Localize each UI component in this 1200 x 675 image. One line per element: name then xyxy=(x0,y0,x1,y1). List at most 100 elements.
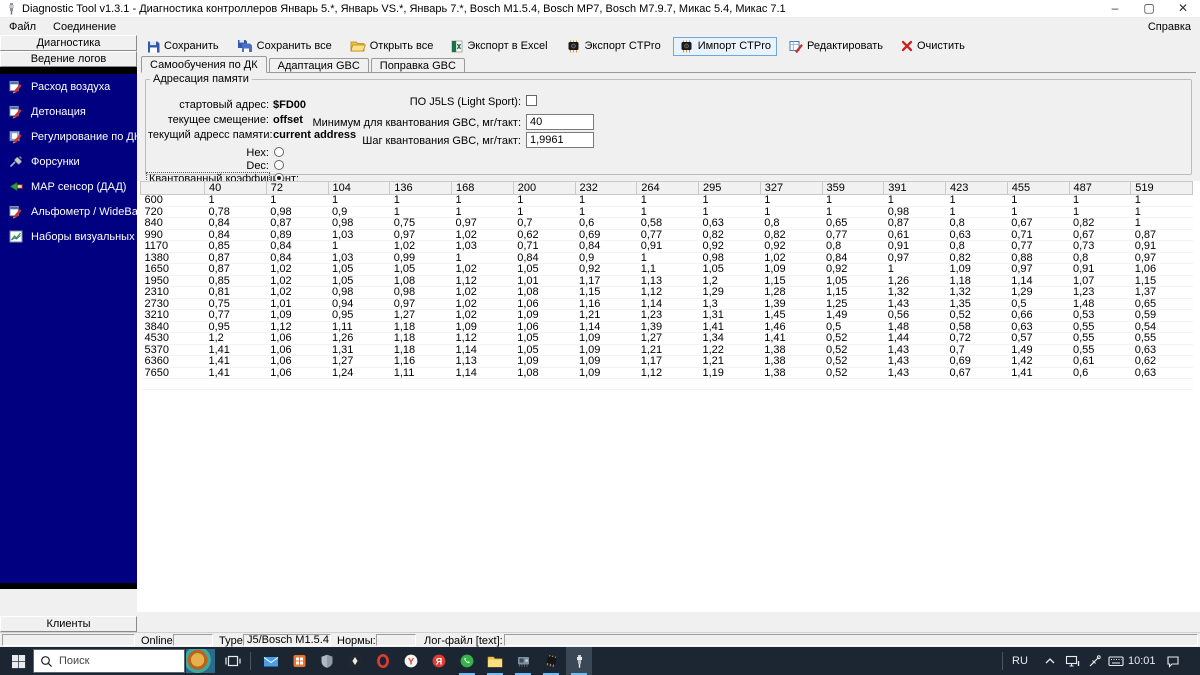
table-cell[interactable]: 1,29 xyxy=(698,286,761,299)
table-cell[interactable]: 0,55 xyxy=(1069,332,1131,345)
table-cell[interactable]: 0,63 xyxy=(1007,321,1069,333)
table-cell[interactable]: 1,02 xyxy=(451,263,514,276)
table-cell[interactable]: 0,62 xyxy=(513,229,575,241)
table-cell[interactable]: 0,77 xyxy=(636,229,699,241)
table-cell[interactable]: 1,31 xyxy=(698,309,761,322)
row-label[interactable]: 2730 xyxy=(140,298,205,310)
table-cell[interactable]: 1,13 xyxy=(451,355,514,368)
taskbar-search[interactable]: Поиск xyxy=(33,649,185,673)
table-cell[interactable]: 0,92 xyxy=(822,263,884,276)
j5ls-checkbox[interactable] xyxy=(526,95,537,106)
table-cell[interactable]: 0,61 xyxy=(883,229,946,241)
tray-keyboard[interactable] xyxy=(1106,647,1126,675)
table-cell[interactable]: 0,54 xyxy=(1130,321,1193,333)
table-cell[interactable]: 0,98 xyxy=(328,217,390,230)
table-cell[interactable]: 1,22 xyxy=(698,344,761,356)
table-cell[interactable]: 1 xyxy=(328,194,390,207)
table-cell[interactable]: 1 xyxy=(513,206,575,218)
table-cell[interactable]: 1,08 xyxy=(513,286,575,299)
row-label[interactable]: 990 xyxy=(140,229,205,241)
table-cell[interactable]: 0,84 xyxy=(266,252,328,264)
table-cell[interactable]: 0,77 xyxy=(204,309,267,322)
table-cell[interactable]: 1,38 xyxy=(760,344,822,356)
row-label[interactable]: 1170 xyxy=(140,240,205,253)
table-cell[interactable]: 1,05 xyxy=(513,344,575,356)
table-cell[interactable]: 1 xyxy=(822,194,884,207)
maximize-button[interactable]: ▢ xyxy=(1132,0,1166,17)
table-cell[interactable]: 0,55 xyxy=(1130,332,1193,345)
table-cell[interactable]: 1 xyxy=(760,206,822,218)
table-cell[interactable]: 1,15 xyxy=(1130,275,1193,287)
row-label[interactable]: 840 xyxy=(140,217,205,230)
table-cell[interactable]: 1 xyxy=(1069,194,1131,207)
row-label[interactable]: 2310 xyxy=(140,286,205,299)
table-cell[interactable]: 0,57 xyxy=(1007,332,1069,345)
table-cell[interactable]: 0,87 xyxy=(1130,229,1193,241)
tab-correction-gbc[interactable]: Поправка GBC xyxy=(370,58,465,72)
table-cell[interactable]: 0,71 xyxy=(513,240,575,253)
taskbar-app-opera[interactable] xyxy=(370,647,396,675)
table-cell[interactable]: 0,85 xyxy=(204,275,267,287)
table-cell[interactable]: 0,92 xyxy=(698,240,761,253)
table-cell[interactable]: 1,48 xyxy=(883,321,946,333)
taskbar-app-defender[interactable] xyxy=(314,647,340,675)
table-cell[interactable]: 0,92 xyxy=(575,263,637,276)
table-cell[interactable]: 1,07 xyxy=(1069,275,1131,287)
column-header[interactable]: 423 xyxy=(945,181,1008,195)
table-cell[interactable]: 1,12 xyxy=(266,321,328,333)
row-label[interactable]: 3210 xyxy=(140,309,205,322)
table-cell[interactable]: 0,81 xyxy=(204,286,267,299)
table-cell[interactable]: 1,18 xyxy=(945,275,1008,287)
column-header[interactable]: 264 xyxy=(636,181,699,195)
table-cell[interactable]: 1,43 xyxy=(883,344,946,356)
table-cell[interactable]: 1,08 xyxy=(513,367,575,379)
table-cell[interactable]: 1,09 xyxy=(575,332,637,345)
table-cell[interactable]: 1,09 xyxy=(575,367,637,379)
table-cell[interactable]: 1 xyxy=(451,194,514,207)
table-cell[interactable]: 0,77 xyxy=(1007,240,1069,253)
table-cell[interactable]: 0,59 xyxy=(1130,309,1193,322)
table-cell[interactable]: 1,06 xyxy=(266,344,328,356)
table-cell[interactable]: 1,13 xyxy=(636,275,699,287)
table-cell[interactable]: 1,32 xyxy=(883,286,946,299)
table-cell[interactable]: 1 xyxy=(513,194,575,207)
table-cell[interactable]: 1,02 xyxy=(760,252,822,264)
table-cell[interactable]: 1,12 xyxy=(451,275,514,287)
table-cell[interactable]: 1,14 xyxy=(575,321,637,333)
table-cell[interactable]: 1,46 xyxy=(760,321,822,333)
table-cell[interactable]: 0,5 xyxy=(822,321,884,333)
tray-network[interactable] xyxy=(1062,647,1082,675)
table-cell[interactable]: 1,34 xyxy=(698,332,761,345)
table-cell[interactable]: 1,32 xyxy=(945,286,1008,299)
table-cell[interactable]: 1,02 xyxy=(266,263,328,276)
table-cell[interactable]: 0,55 xyxy=(1069,321,1131,333)
row-label[interactable]: 720 xyxy=(140,206,205,218)
sidebar-item-dk-regulation[interactable]: Регулирование по ДК xyxy=(0,124,140,149)
table-cell[interactable]: 1 xyxy=(883,263,946,276)
table-cell[interactable]: 0,84 xyxy=(204,217,267,230)
table-cell[interactable]: 1 xyxy=(636,206,699,218)
table-cell[interactable]: 1,08 xyxy=(389,275,452,287)
table-cell[interactable]: 0,75 xyxy=(204,298,267,310)
table-cell[interactable]: 0,94 xyxy=(328,298,390,310)
column-header[interactable]: 455 xyxy=(1006,181,1070,195)
row-label[interactable]: 3840 xyxy=(140,321,205,333)
table-cell[interactable]: 1,26 xyxy=(883,275,946,287)
table-cell[interactable]: 0,63 xyxy=(1130,344,1193,356)
table-cell[interactable]: 0,69 xyxy=(945,355,1008,368)
row-label[interactable]: 1950 xyxy=(140,275,205,287)
table-cell[interactable]: 0,84 xyxy=(266,240,328,253)
taskbar-app-mail[interactable] xyxy=(258,647,284,675)
table-cell[interactable]: 0,63 xyxy=(698,217,761,230)
table-cell[interactable]: 0,58 xyxy=(636,217,699,230)
row-label[interactable]: 1380 xyxy=(140,252,205,264)
table-cell[interactable]: 1,2 xyxy=(204,332,267,345)
table-cell[interactable]: 1,1 xyxy=(636,263,699,276)
toolbar-button-excel[interactable]: Экспорт в Excel xyxy=(445,37,553,56)
table-cell[interactable]: 0,62 xyxy=(1130,355,1193,368)
table-cell[interactable]: 1 xyxy=(389,206,452,218)
clock[interactable]: 10:01 xyxy=(1128,647,1156,675)
table-cell[interactable]: 1 xyxy=(636,252,699,264)
table-cell[interactable]: 1,06 xyxy=(513,298,575,310)
table-cell[interactable]: 0,97 xyxy=(451,217,514,230)
